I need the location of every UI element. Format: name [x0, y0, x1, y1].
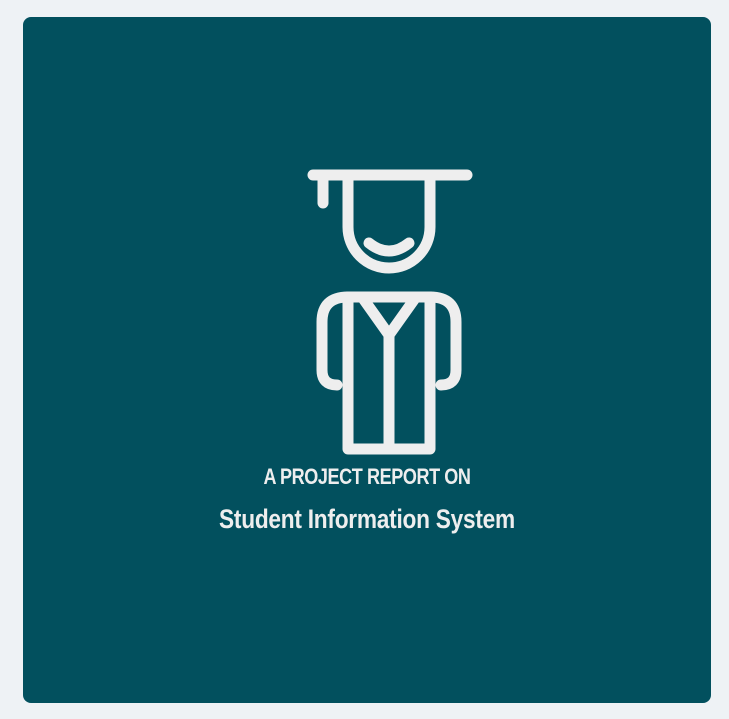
cover-card: A PROJECT REPORT ON Student Information … [23, 17, 711, 703]
report-title: Student Information System [219, 504, 515, 534]
report-kicker: A PROJECT REPORT ON [263, 464, 471, 489]
graduate-icon [307, 169, 473, 455]
